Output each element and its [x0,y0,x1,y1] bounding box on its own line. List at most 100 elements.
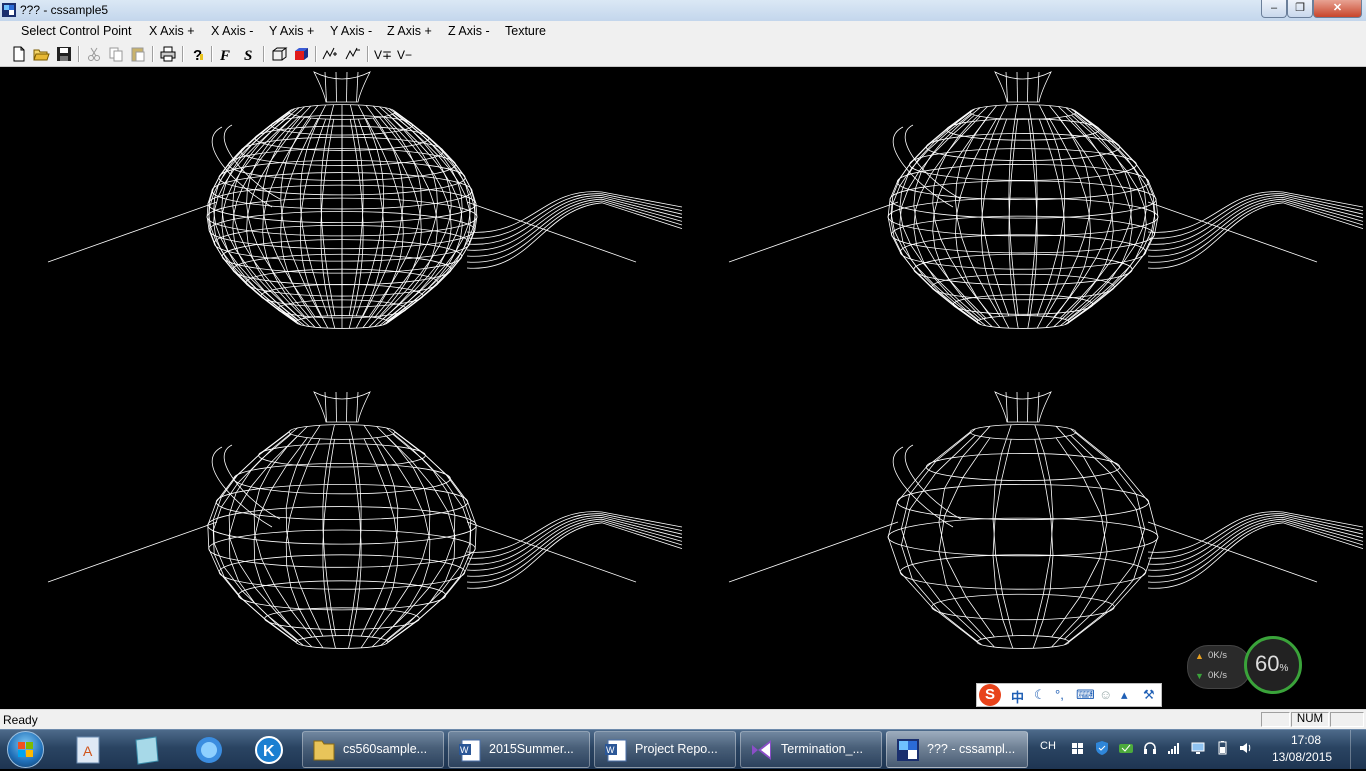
subdivide-up-button[interactable] [321,45,339,63]
task-2015summer[interactable]: W 2015Summer... [448,731,590,768]
copy-button[interactable] [107,45,125,63]
task-cssample[interactable]: ??? - cssampl... [886,731,1028,768]
solid-cube-button[interactable] [292,45,310,63]
shield-icon[interactable] [1094,740,1110,756]
svg-text:W: W [460,745,469,755]
windows-start-orb[interactable] [7,731,44,768]
f-button[interactable]: F [216,45,234,63]
close-button[interactable]: ✕ [1313,0,1362,18]
menu-select-control-point[interactable]: Select Control Point [21,24,131,38]
cut-icon [88,47,100,61]
paste-button[interactable] [129,45,147,63]
security-icon[interactable] [1118,740,1134,756]
toolbar-separator [315,46,317,62]
ime-logo[interactable]: S [979,684,1001,706]
subdivide-up-icon [322,47,337,60]
teapot-view-bottom-right [728,391,1364,649]
toolbar: ? F S V∓ V− [0,42,1366,67]
toolbar-separator [182,46,184,62]
subdivide-down-button[interactable] [344,45,362,63]
toolbar-separator [367,46,369,62]
menu-x-axis-minus[interactable]: X Axis - [211,24,253,38]
volume-icon[interactable] [1238,740,1254,756]
vertex-plus-icon: V∓ [374,48,392,62]
toolbar-separator [211,46,213,62]
keyboard-icon[interactable]: ⌨ [1076,687,1095,703]
wrench-icon[interactable]: ⚒ [1143,687,1155,703]
windows-flag-icon[interactable] [1070,740,1086,756]
task-label: Termination_... [781,742,863,756]
minimize-button[interactable]: – [1261,0,1287,18]
visual-studio-icon [752,740,771,760]
task-termination[interactable]: Termination_... [740,731,882,768]
show-desktop-button[interactable] [1350,730,1366,769]
pinned-notes[interactable] [122,732,172,768]
help-button[interactable]: ? [189,45,207,63]
status-pane-scroll [1330,712,1364,727]
menu-y-axis-plus[interactable]: Y Axis + [269,24,314,38]
s-icon: S [244,48,252,63]
print-button[interactable] [159,45,177,63]
upload-rate: 0K/s [1208,650,1228,661]
status-pane-num: NUM [1291,712,1329,727]
menu-z-axis-plus[interactable]: Z Axis + [387,24,432,38]
open-folder-icon [33,49,50,61]
wire-cube-button[interactable] [270,45,288,63]
pinned-internet-explorer[interactable] [184,732,234,768]
cssample-app-icon [897,739,919,761]
paste-icon [131,47,145,62]
menu-z-axis-minus[interactable]: Z Axis - [448,24,490,38]
gauge-percent: % [1279,663,1289,674]
open-button[interactable] [32,45,50,63]
vertex-minus-button[interactable]: V− [396,45,416,63]
clock-time[interactable]: 17:08 [1291,733,1321,747]
pinned-text-editor[interactable]: A [64,732,114,768]
user-icon[interactable]: ☺ [1099,687,1112,702]
render-viewport[interactable]: ▲ 0K/s ▼ 0K/s 60% S 中 ☾ °, ⌨ ☺ ▴ ⚒ [0,67,1366,708]
svg-text:W: W [606,745,615,755]
menu-bar: Select Control Point X Axis + X Axis - Y… [0,21,1366,42]
maximize-icon: ❐ [1295,2,1305,14]
shirt-icon[interactable]: ▴ [1121,687,1128,703]
battery-icon[interactable] [1214,740,1230,756]
task-label: Project Repo... [635,742,718,756]
new-document-button[interactable] [10,45,28,63]
save-icon [57,47,71,61]
display-icon[interactable] [1190,740,1206,756]
ime-mode[interactable]: 中 [1011,687,1024,706]
gauge-value: 60 [1255,651,1280,676]
task-project-report[interactable]: W Project Repo... [594,731,736,768]
k-app-icon: K [255,736,283,764]
moon-icon[interactable]: ☾ [1034,687,1046,703]
punctuation-icon[interactable]: °, [1055,687,1064,702]
print-icon [160,46,176,62]
status-pane-caps [1261,712,1290,727]
download-rate: 0K/s [1208,670,1228,681]
teapot-view-top-left [47,71,683,329]
menu-texture[interactable]: Texture [505,24,546,38]
wire-cube-icon [272,47,288,61]
word-document-icon: W [605,739,627,762]
clock-date[interactable]: 13/08/2015 [1272,750,1332,764]
pinned-k-app[interactable]: K [244,732,294,768]
network-signal-icon[interactable] [1166,740,1182,756]
menu-x-axis-plus[interactable]: X Axis + [149,24,195,38]
vertex-plus-button[interactable]: V∓ [373,45,393,63]
cut-button[interactable] [85,45,103,63]
windows-logo-icon [18,742,33,757]
save-button[interactable] [55,45,73,63]
language-indicator[interactable]: CH [1040,740,1056,752]
task-cs560sample[interactable]: cs560sample... [302,731,444,768]
menu-y-axis-minus[interactable]: Y Axis - [330,24,372,38]
maximize-button[interactable]: ❐ [1287,0,1313,18]
s-button[interactable]: S [240,45,258,63]
task-label: 2015Summer... [489,742,574,756]
toolbar-separator [78,46,80,62]
memory-usage-gauge[interactable]: 60% [1244,636,1302,694]
word-document-icon: W [459,739,481,762]
headset-icon[interactable] [1142,740,1158,756]
upload-arrow-icon: ▲ [1195,651,1204,661]
copy-icon [109,47,123,62]
ime-toolbar: S 中 ☾ °, ⌨ ☺ ▴ ⚒ [976,683,1162,707]
cssample-app-icon [2,3,16,17]
